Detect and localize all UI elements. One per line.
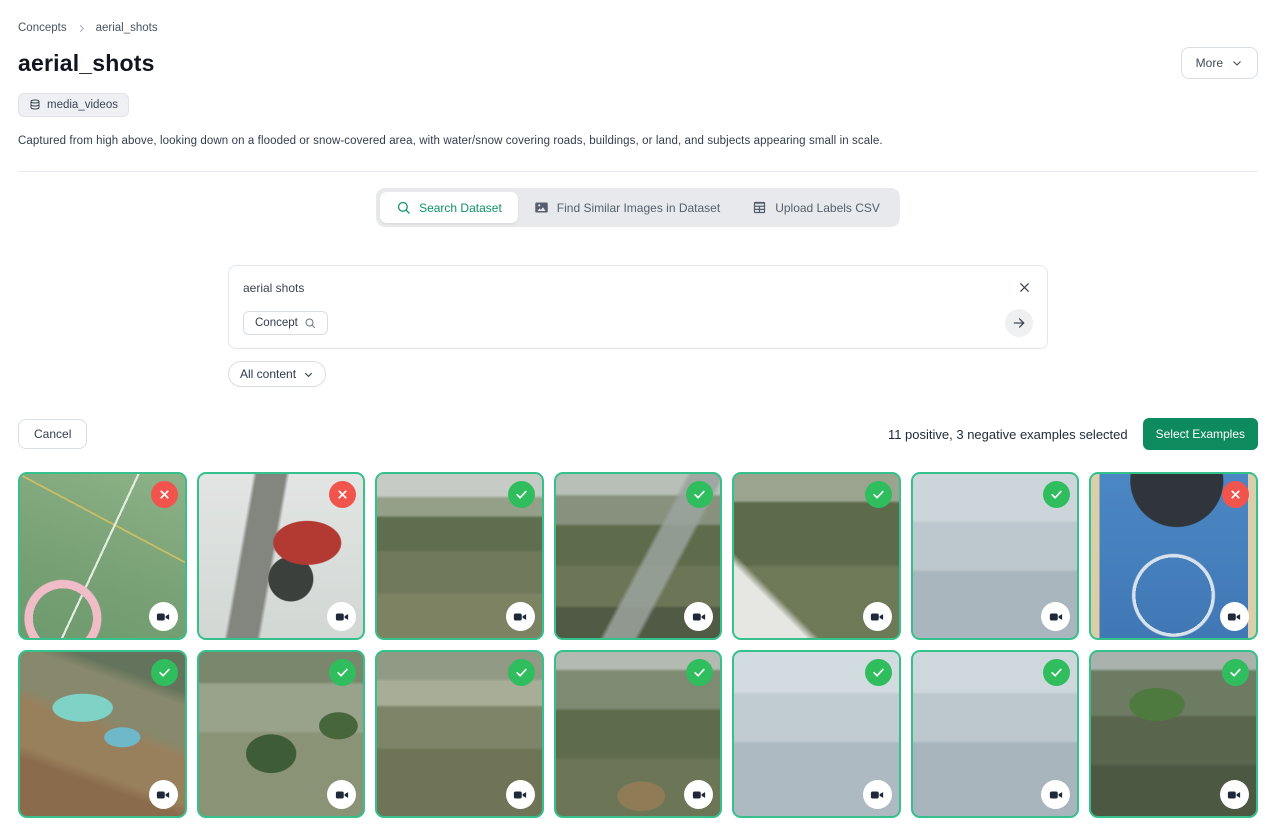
- divider: [18, 171, 1258, 172]
- search-mode-tabs: Search Dataset Find Similar Images in Da…: [376, 188, 900, 227]
- negative-badge[interactable]: [151, 481, 178, 508]
- example-tile[interactable]: [732, 472, 901, 640]
- check-icon: [693, 488, 706, 501]
- video-icon: [863, 780, 892, 809]
- positive-badge[interactable]: [1043, 481, 1070, 508]
- tab-label: Upload Labels CSV: [775, 201, 880, 215]
- content-filter-dropdown[interactable]: All content: [228, 361, 326, 387]
- video-icon: [1041, 602, 1070, 631]
- example-tile[interactable]: [911, 472, 1080, 640]
- tab-label: Find Similar Images in Dataset: [557, 201, 720, 215]
- example-tile[interactable]: [554, 472, 723, 640]
- example-tile[interactable]: [911, 650, 1080, 818]
- video-icon: [327, 780, 356, 809]
- search-input[interactable]: [243, 281, 1016, 295]
- submit-search-button[interactable]: [1005, 309, 1033, 337]
- check-icon: [336, 666, 349, 679]
- example-tile[interactable]: [375, 650, 544, 818]
- x-icon: [158, 488, 171, 501]
- example-tile[interactable]: [197, 650, 366, 818]
- concept-mode-chip[interactable]: Concept: [243, 311, 328, 335]
- positive-badge[interactable]: [1222, 659, 1249, 686]
- arrow-right-icon: [1012, 316, 1026, 330]
- example-tile[interactable]: [197, 472, 366, 640]
- example-tile[interactable]: [375, 472, 544, 640]
- video-icon: [684, 780, 713, 809]
- video-icon: [506, 780, 535, 809]
- concept-description: Captured from high above, looking down o…: [18, 135, 1258, 147]
- positive-badge[interactable]: [865, 659, 892, 686]
- video-icon: [1220, 780, 1249, 809]
- content-filter-label: All content: [240, 367, 296, 381]
- positive-badge[interactable]: [1043, 659, 1070, 686]
- search-icon: [304, 317, 316, 329]
- tab-upload-labels-csv[interactable]: Upload Labels CSV: [736, 192, 896, 223]
- positive-badge[interactable]: [329, 659, 356, 686]
- cancel-button[interactable]: Cancel: [18, 419, 87, 449]
- table-icon: [752, 200, 767, 215]
- positive-badge[interactable]: [686, 659, 713, 686]
- video-icon: [506, 602, 535, 631]
- x-icon: [1229, 488, 1242, 501]
- example-tile[interactable]: [732, 650, 901, 818]
- search-panel: Concept: [228, 265, 1048, 349]
- negative-badge[interactable]: [1222, 481, 1249, 508]
- positive-badge[interactable]: [508, 659, 535, 686]
- close-icon: [1018, 281, 1031, 294]
- more-button[interactable]: More: [1181, 47, 1258, 79]
- search-icon: [396, 200, 411, 215]
- video-icon: [684, 602, 713, 631]
- check-icon: [872, 666, 885, 679]
- check-icon: [1229, 666, 1242, 679]
- examples-grid: [18, 472, 1258, 818]
- chevron-right-icon: [76, 23, 87, 34]
- check-icon: [515, 666, 528, 679]
- tab-search-dataset[interactable]: Search Dataset: [380, 192, 518, 223]
- video-icon: [149, 602, 178, 631]
- tab-label: Search Dataset: [419, 201, 502, 215]
- selection-status: 11 positive, 3 negative examples selecte…: [888, 427, 1128, 442]
- example-tile[interactable]: [1089, 472, 1258, 640]
- positive-badge[interactable]: [151, 659, 178, 686]
- check-icon: [158, 666, 171, 679]
- select-examples-button[interactable]: Select Examples: [1143, 418, 1258, 450]
- more-button-label: More: [1196, 56, 1223, 70]
- check-icon: [515, 488, 528, 501]
- positive-badge[interactable]: [686, 481, 713, 508]
- page-title: aerial_shots: [18, 50, 155, 77]
- x-icon: [336, 488, 349, 501]
- video-icon: [149, 780, 178, 809]
- dataset-badge-label: media_videos: [47, 99, 118, 111]
- positive-badge[interactable]: [508, 481, 535, 508]
- example-tile[interactable]: [18, 472, 187, 640]
- chevron-down-icon: [1231, 57, 1243, 69]
- check-icon: [1050, 488, 1063, 501]
- negative-badge[interactable]: [329, 481, 356, 508]
- check-icon: [1050, 666, 1063, 679]
- breadcrumb-current: aerial_shots: [96, 22, 158, 34]
- clear-search-button[interactable]: [1016, 279, 1033, 296]
- chevron-down-icon: [303, 369, 314, 380]
- check-icon: [872, 488, 885, 501]
- breadcrumb: Concepts aerial_shots: [18, 0, 1258, 34]
- dataset-badge[interactable]: media_videos: [18, 93, 129, 117]
- check-icon: [693, 666, 706, 679]
- positive-badge[interactable]: [865, 481, 892, 508]
- tab-find-similar-images[interactable]: Find Similar Images in Dataset: [518, 192, 736, 223]
- video-icon: [327, 602, 356, 631]
- example-tile[interactable]: [18, 650, 187, 818]
- example-tile[interactable]: [1089, 650, 1258, 818]
- video-icon: [863, 602, 892, 631]
- concept-chip-label: Concept: [255, 317, 298, 329]
- video-icon: [1041, 780, 1070, 809]
- breadcrumb-concepts[interactable]: Concepts: [18, 22, 67, 34]
- example-tile[interactable]: [554, 650, 723, 818]
- database-icon: [29, 99, 41, 111]
- image-icon: [534, 200, 549, 215]
- video-icon: [1220, 602, 1249, 631]
